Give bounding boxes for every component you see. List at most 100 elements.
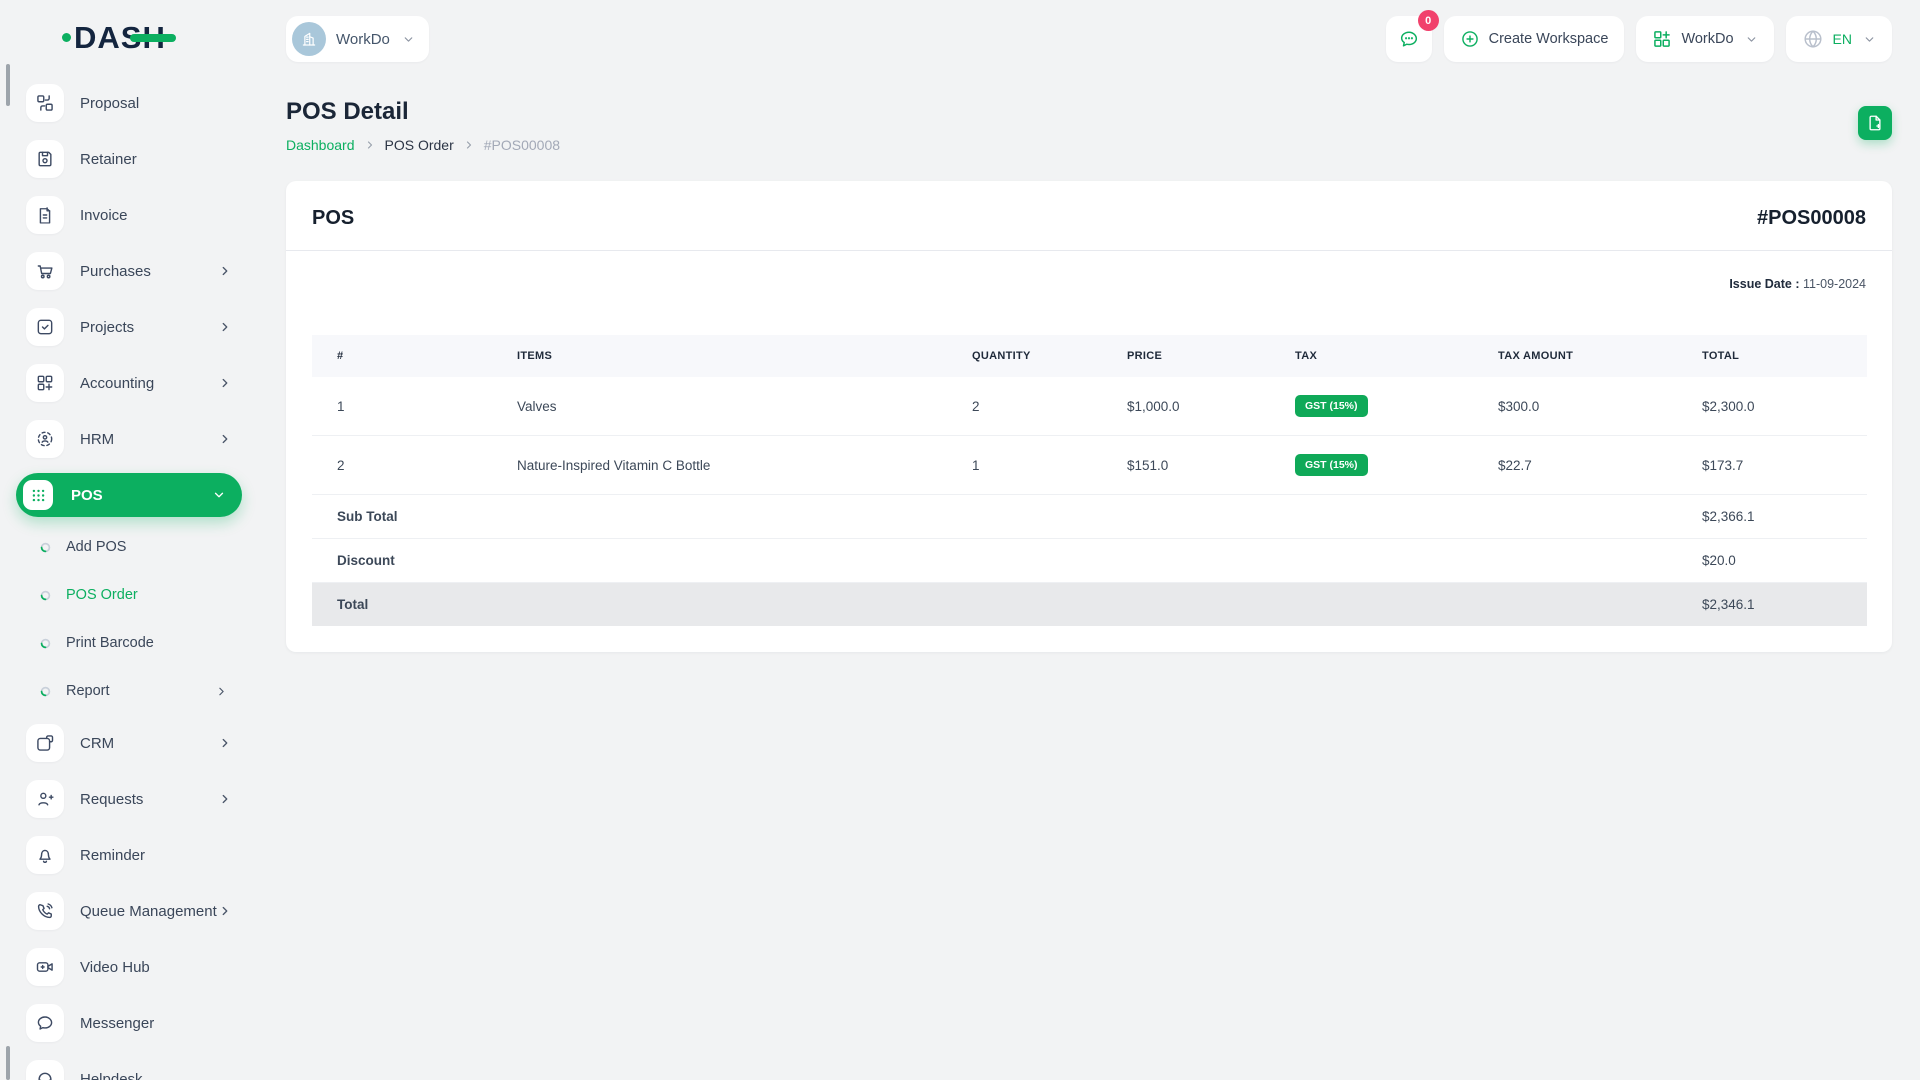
cell-number: 1 [312,377,492,436]
chevron-right-icon [218,264,232,278]
sidebar: DASH Proposal Retainer Invoice Purchases… [0,0,258,1080]
create-workspace-label: Create Workspace [1488,31,1609,47]
sidebar-item-invoice[interactable]: Invoice [0,187,258,243]
purchases-icon [26,252,64,290]
workspace-avatar [292,22,326,56]
breadcrumb: Dashboard POS Order #POS00008 [286,137,560,153]
sidebar-item-queue-management[interactable]: Queue Management [0,883,258,939]
sidebar-item-label: Projects [80,318,135,336]
pos-number: #POS00008 [1757,207,1866,229]
sidebar-item-projects[interactable]: Projects [0,299,258,355]
col-total: TOTAL [1677,335,1867,377]
chevron-right-icon [218,376,232,390]
logo-dot [62,33,71,42]
create-workspace-button[interactable]: Create Workspace [1443,16,1625,62]
bullet-icon [39,637,52,650]
sidebar-subitem-report[interactable]: Report [0,667,258,715]
subtotal-label: Sub Total [312,494,1677,539]
chevron-down-icon [212,488,226,502]
total-row: Total $2,346.1 [312,582,1867,626]
sidebar-item-label: Helpdesk [80,1070,143,1080]
page-title: POS Detail [286,98,409,125]
sidebar-item-pos[interactable]: POS [16,473,242,517]
messages-button[interactable]: 0 [1385,10,1439,62]
sidebar-item-requests[interactable]: Requests [0,771,258,827]
discount-value: $20.0 [1677,538,1867,583]
sidebar-item-label: HRM [80,430,115,448]
sidebar-item-crm[interactable]: CRM [0,715,258,771]
grid-plus-icon [1652,29,1672,49]
cell-tax: GST (15%) [1270,435,1473,495]
discount-row: Discount $20.0 [312,538,1867,583]
col-tax-amount: TAX AMOUNT [1473,335,1677,377]
chevron-right-icon [218,904,232,918]
chevron-right-icon [364,139,376,151]
sidebar-item-label: Queue Management [80,902,217,920]
sidebar-subitem-label: Add POS [66,539,127,555]
chevron-right-icon [218,320,232,334]
sidebar-item-retainer[interactable]: Retainer [0,131,258,187]
sidebar-subitem-label: POS Order [66,587,138,603]
content: POS Detail Dashboard POS Order #POS00008 [258,64,1920,652]
helpdesk-icon [26,1060,64,1080]
topbar-right: 0 Create Workspace WorkDo EN [1385,10,1892,62]
hrm-icon [26,420,64,458]
card-body: Issue Date : 11-09-2024 # ITEMS QUANTITY [286,277,1892,652]
chevron-right-icon [218,736,232,750]
col-items: ITEMS [492,335,947,377]
cell-item: Valves [492,377,947,436]
retainer-icon [26,140,64,178]
sidebar-item-helpdesk[interactable]: Helpdesk [0,1051,258,1080]
sidebar-item-label: Proposal [80,94,140,112]
subtotal-value: $2,366.1 [1677,494,1867,539]
sidebar-scrollbar-thumb[interactable] [6,1046,10,1080]
sidebar-item-proposal[interactable]: Proposal [0,75,258,131]
sidebar-subitem-print-barcode[interactable]: Print Barcode [0,619,258,667]
sidebar-subitem-add-pos[interactable]: Add POS [0,523,258,571]
chevron-right-icon [215,685,228,698]
cell-tax-amount: $300.0 [1473,377,1677,436]
language-selector[interactable]: EN [1785,16,1892,62]
main-area: WorkDo 0 Create Workspace WorkDo EN POS … [258,0,1920,1080]
cell-quantity: 2 [947,377,1102,436]
sidebar-item-messenger[interactable]: Messenger [0,995,258,1051]
app-root: DASH Proposal Retainer Invoice Purchases… [0,0,1920,1080]
logo-dash [129,33,176,42]
workdo-menu-button[interactable]: WorkDo [1636,16,1774,62]
cell-total: $173.7 [1677,435,1867,495]
sidebar-item-purchases[interactable]: Purchases [0,243,258,299]
chevron-right-icon [218,792,232,806]
workspace-switcher[interactable]: WorkDo [286,16,429,62]
sidebar-item-hrm[interactable]: HRM [0,411,258,467]
accounting-icon [26,364,64,402]
cell-price: $151.0 [1102,435,1270,495]
col-quantity: QUANTITY [947,335,1102,377]
sidebar-item-video-hub[interactable]: Video Hub [0,939,258,995]
discount-label: Discount [312,538,1677,583]
table-row: 2 Nature-Inspired Vitamin C Bottle 1 $15… [312,435,1867,495]
plus-circle-icon [1460,29,1480,49]
sidebar-subitem-label: Print Barcode [66,635,154,651]
sidebar-scrollbar-thumb[interactable] [6,64,10,106]
breadcrumb-link-dashboard[interactable]: Dashboard [286,137,355,153]
issue-date-value: 11-09-2024 [1802,277,1866,291]
language-code: EN [1832,31,1852,47]
sidebar-subitem-pos-order[interactable]: POS Order [0,571,258,619]
col-price: PRICE [1102,335,1270,377]
col-number: # [312,335,492,377]
breadcrumb-current: #POS00008 [483,137,561,153]
crm-icon [26,724,64,762]
subtotal-row: Sub Total $2,366.1 [312,494,1867,539]
messenger-icon [26,1004,64,1042]
table-header-row: # ITEMS QUANTITY PRICE TAX TAX AMOUNT TO… [312,335,1867,377]
total-value: $2,346.1 [1677,582,1867,626]
cell-price: $1,000.0 [1102,377,1270,436]
issue-date: Issue Date : 11-09-2024 [312,277,1866,291]
sidebar-item-reminder[interactable]: Reminder [0,827,258,883]
table-row: 1 Valves 2 $1,000.0 GST (15%) $300.0 $2,… [312,377,1867,436]
sidebar-item-label: Requests [80,790,144,808]
sidebar-item-accounting[interactable]: Accounting [0,355,258,411]
export-pos-button[interactable] [1858,106,1892,140]
logo[interactable]: DASH [0,0,258,75]
breadcrumb-pos-order: POS Order [384,137,454,153]
